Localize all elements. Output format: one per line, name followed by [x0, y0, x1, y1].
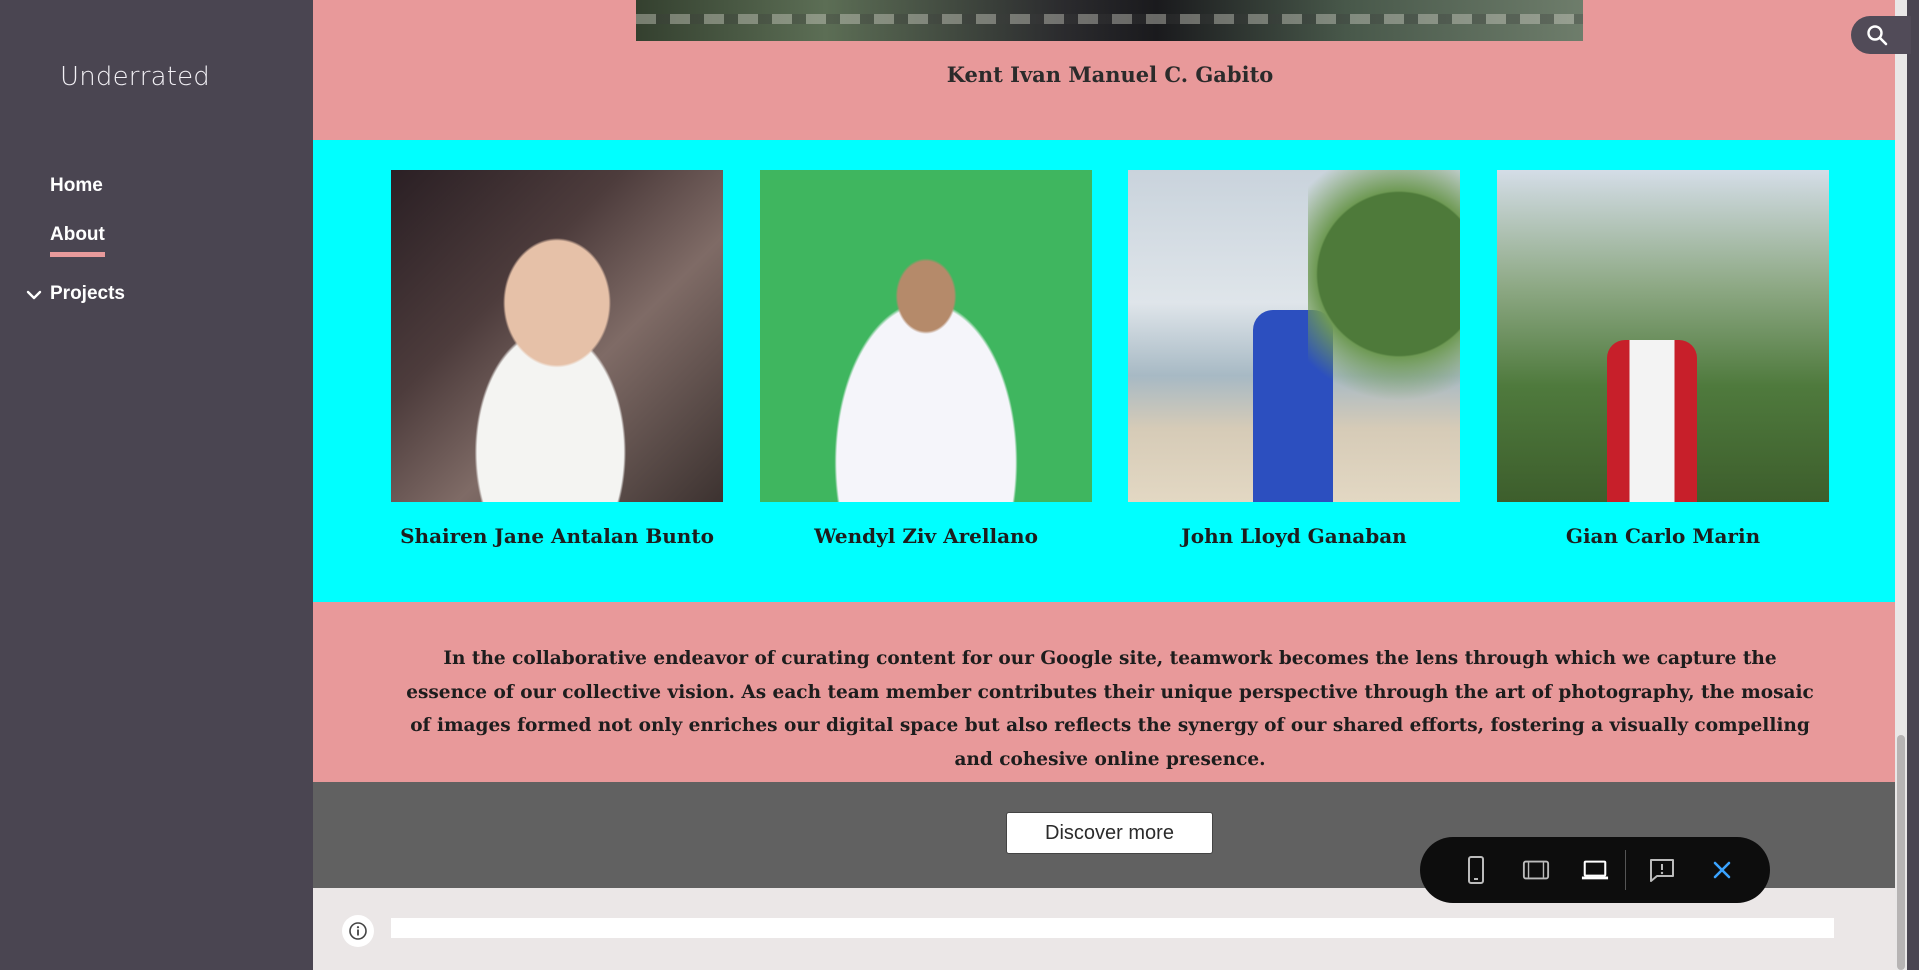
lead-member-name: Kent Ivan Manuel C. Gabito [946, 62, 1274, 87]
member-photo [1128, 170, 1460, 502]
scrollbar-thumb[interactable] [1897, 735, 1905, 970]
team-member-card: Gian Carlo Marin [1497, 170, 1829, 548]
tablet-preview-icon[interactable] [1522, 856, 1550, 884]
sidebar: Underrated Home About Projects [0, 0, 313, 970]
team-section: Shairen Jane Antalan Bunto Wendyl Ziv Ar… [313, 140, 1907, 602]
laptop-preview-icon[interactable] [1581, 856, 1609, 884]
info-icon[interactable] [342, 915, 374, 947]
member-photo [760, 170, 1092, 502]
nav-item-home[interactable]: Home [50, 175, 103, 197]
team-member-card: John Lloyd Ganaban [1128, 170, 1460, 548]
lead-member-photo [636, 0, 1583, 41]
discover-more-button[interactable]: Discover more [1006, 812, 1213, 854]
main-content: Kent Ivan Manuel C. Gabito Shairen Jane … [313, 0, 1907, 970]
lead-member-section: Kent Ivan Manuel C. Gabito [313, 0, 1907, 140]
description-paragraph: In the collaborative endeavor of curatin… [406, 648, 1814, 770]
close-icon[interactable] [1708, 856, 1736, 884]
nav-item-projects[interactable]: Projects [50, 283, 125, 305]
footer-bar [391, 918, 1834, 938]
member-photo [1497, 170, 1829, 502]
member-name: Shairen Jane Antalan Bunto [400, 524, 714, 548]
preview-toolbar [1420, 837, 1770, 903]
member-name: Gian Carlo Marin [1565, 524, 1761, 548]
member-photo [391, 170, 723, 502]
description-section: In the collaborative endeavor of curatin… [313, 602, 1907, 782]
report-issue-icon[interactable] [1648, 856, 1676, 884]
toolbar-divider [1625, 850, 1626, 890]
phone-preview-icon[interactable] [1462, 856, 1490, 884]
member-name: John Lloyd Ganaban [1181, 524, 1407, 548]
nav-item-about[interactable]: About [50, 224, 105, 257]
member-name: Wendyl Ziv Arellano [814, 524, 1038, 548]
site-title[interactable]: Underrated [60, 62, 210, 92]
team-member-card: Shairen Jane Antalan Bunto [391, 170, 723, 548]
scrollbar[interactable] [1895, 0, 1907, 970]
search-icon [1867, 25, 1888, 46]
team-member-card: Wendyl Ziv Arellano [760, 170, 1092, 548]
chevron-down-icon[interactable] [25, 286, 43, 304]
search-button[interactable] [1851, 16, 1911, 54]
